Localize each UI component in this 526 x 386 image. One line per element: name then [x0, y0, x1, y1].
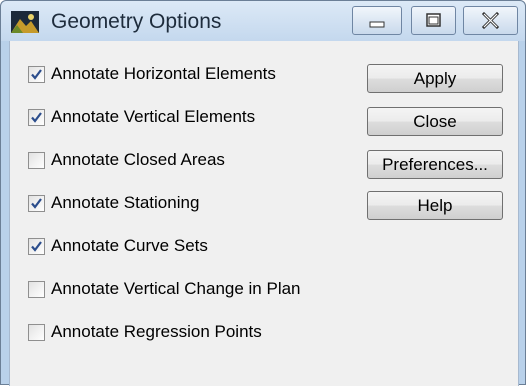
geometry-options-window: Geometry Options Annotate Horizontal Ele…	[0, 0, 526, 386]
help-button[interactable]: Help	[367, 191, 503, 220]
checkbox[interactable]	[28, 238, 45, 255]
checkbox[interactable]	[28, 109, 45, 126]
checkbox[interactable]	[28, 152, 45, 169]
option-label: Annotate Vertical Change in Plan	[51, 279, 301, 298]
maximize-button[interactable]	[411, 6, 456, 35]
apply-button[interactable]: Apply	[367, 64, 503, 93]
option-label: Annotate Regression Points	[51, 322, 262, 341]
app-icon	[11, 11, 39, 33]
window-title: Geometry Options	[51, 10, 222, 33]
checkbox[interactable]	[28, 281, 45, 298]
close-window-button[interactable]	[463, 6, 518, 35]
checkbox[interactable]	[28, 66, 45, 83]
minimize-button[interactable]	[352, 6, 402, 35]
checkbox[interactable]	[28, 324, 45, 341]
option-label: Annotate Stationing	[51, 193, 200, 212]
title-bar[interactable]: Geometry Options	[1, 1, 525, 41]
option-label: Annotate Closed Areas	[51, 150, 225, 169]
dialog-body: Annotate Horizontal Elements Annotate Ve…	[9, 41, 519, 386]
close-button[interactable]: Close	[367, 107, 503, 136]
option-label: Annotate Horizontal Elements	[51, 64, 276, 83]
option-label: Annotate Vertical Elements	[51, 107, 256, 126]
checkbox[interactable]	[28, 195, 45, 212]
preferences-button[interactable]: Preferences...	[367, 150, 503, 179]
option-label: Annotate Curve Sets	[51, 236, 208, 255]
